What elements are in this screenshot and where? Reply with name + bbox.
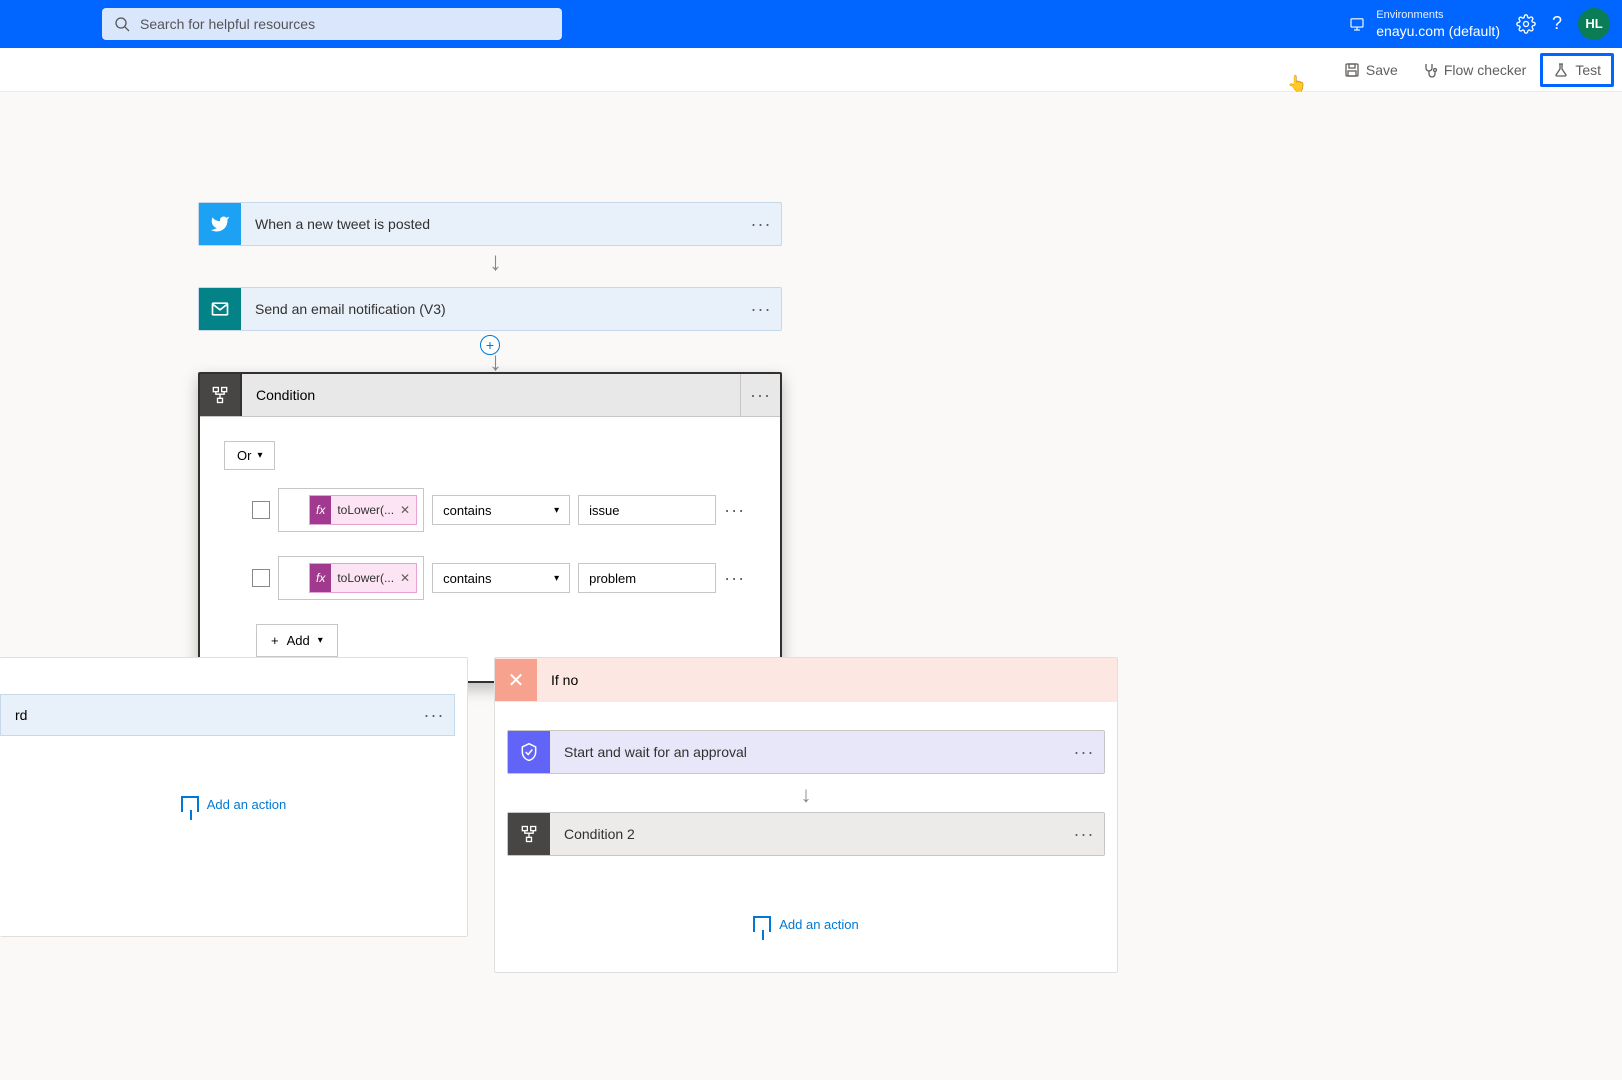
arrow-icon: ↓ <box>507 782 1105 808</box>
twitter-icon <box>199 203 241 245</box>
environment-icon <box>1348 15 1366 33</box>
chevron-down-icon: ▾ <box>554 573 559 584</box>
avatar[interactable]: HL <box>1578 8 1610 40</box>
chevron-down-icon: ▾ <box>318 635 323 646</box>
email-more-button[interactable]: ··· <box>741 299 781 320</box>
if-no-branch: ✕ If no Start and wait for an approval ·… <box>494 657 1118 973</box>
add-action-button[interactable]: Add an action <box>0 796 467 812</box>
if-no-title: If no <box>537 672 592 688</box>
env-name: enayu.com (default) <box>1376 22 1500 40</box>
expression-field[interactable]: fx toLower(... ✕ <box>278 556 424 600</box>
search-input[interactable]: Search for helpful resources <box>102 8 562 40</box>
card-more-button[interactable]: ··· <box>414 705 454 726</box>
help-icon[interactable]: ? <box>1552 13 1562 34</box>
flow-checker-button[interactable]: Flow checker <box>1412 56 1536 84</box>
test-button[interactable]: Test <box>1540 53 1614 87</box>
condition-more-button[interactable]: ··· <box>740 374 780 416</box>
row-checkbox[interactable] <box>252 501 270 519</box>
value-input[interactable] <box>578 563 716 593</box>
command-bar: Save Flow checker Test <box>0 48 1622 92</box>
trigger-title: When a new tweet is posted <box>241 216 741 232</box>
flask-icon <box>1553 62 1569 78</box>
condition-header[interactable]: Condition ··· <box>200 374 780 417</box>
stethoscope-icon <box>1422 62 1438 78</box>
fx-icon: fx <box>310 496 331 524</box>
trigger-more-button[interactable]: ··· <box>741 214 781 235</box>
if-yes-branch: rd ··· Add an action <box>0 657 468 937</box>
approval-card[interactable]: Start and wait for an approval ··· <box>507 730 1105 774</box>
add-action-icon <box>181 796 199 812</box>
gear-icon[interactable] <box>1516 14 1536 34</box>
value-input[interactable] <box>578 495 716 525</box>
add-action-icon <box>753 916 771 932</box>
condition-card: Condition ··· Or ▾ fx toLower(... ✕ <box>198 372 782 683</box>
close-icon: ✕ <box>495 659 537 701</box>
yes-inner-card[interactable]: rd ··· <box>0 694 455 736</box>
trigger-card[interactable]: When a new tweet is posted ··· <box>198 202 782 246</box>
save-icon <box>1344 62 1360 78</box>
add-condition-button[interactable]: + Add ▾ <box>256 624 338 657</box>
if-no-header[interactable]: ✕ If no <box>495 658 1117 702</box>
search-placeholder: Search for helpful resources <box>140 16 315 32</box>
approval-icon <box>508 731 550 773</box>
mail-icon <box>199 288 241 330</box>
save-button[interactable]: Save <box>1334 56 1408 84</box>
env-label: Environments <box>1376 8 1500 22</box>
flow-canvas: When a new tweet is posted ··· ↓ Send an… <box>0 92 1622 1080</box>
chevron-down-icon: ▾ <box>554 505 559 516</box>
operator-dropdown[interactable]: contains ▾ <box>432 563 570 593</box>
condition-icon <box>200 374 242 416</box>
row-checkbox[interactable] <box>252 569 270 587</box>
condition-icon <box>508 813 550 855</box>
add-action-button[interactable]: Add an action <box>507 916 1105 932</box>
arrow-icon: ↓ <box>489 246 502 277</box>
condition-row: fx toLower(... ✕ contains ▾ ··· <box>252 556 756 600</box>
chevron-down-icon: ▾ <box>257 450 262 461</box>
card-more-button[interactable]: ··· <box>1064 824 1104 845</box>
condition2-card[interactable]: Condition 2 ··· <box>507 812 1105 856</box>
remove-token-button[interactable]: ✕ <box>400 571 410 585</box>
row-more-button[interactable]: ··· <box>724 568 745 589</box>
condition-title: Condition <box>242 375 740 415</box>
row-more-button[interactable]: ··· <box>724 500 745 521</box>
fx-icon: fx <box>310 564 331 592</box>
condition-row: fx toLower(... ✕ contains ▾ ··· <box>252 488 756 532</box>
operator-dropdown[interactable]: contains ▾ <box>432 495 570 525</box>
email-card[interactable]: Send an email notification (V3) ··· <box>198 287 782 331</box>
search-icon <box>114 16 130 32</box>
logic-operator-dropdown[interactable]: Or ▾ <box>224 441 275 470</box>
card-more-button[interactable]: ··· <box>1064 742 1104 763</box>
expression-field[interactable]: fx toLower(... ✕ <box>278 488 424 532</box>
email-title: Send an email notification (V3) <box>241 301 741 317</box>
top-nav: Search for helpful resources Environment… <box>0 0 1622 48</box>
environment-picker[interactable]: Environments enayu.com (default) <box>1348 8 1500 40</box>
remove-token-button[interactable]: ✕ <box>400 503 410 517</box>
plus-icon: + <box>271 633 279 648</box>
